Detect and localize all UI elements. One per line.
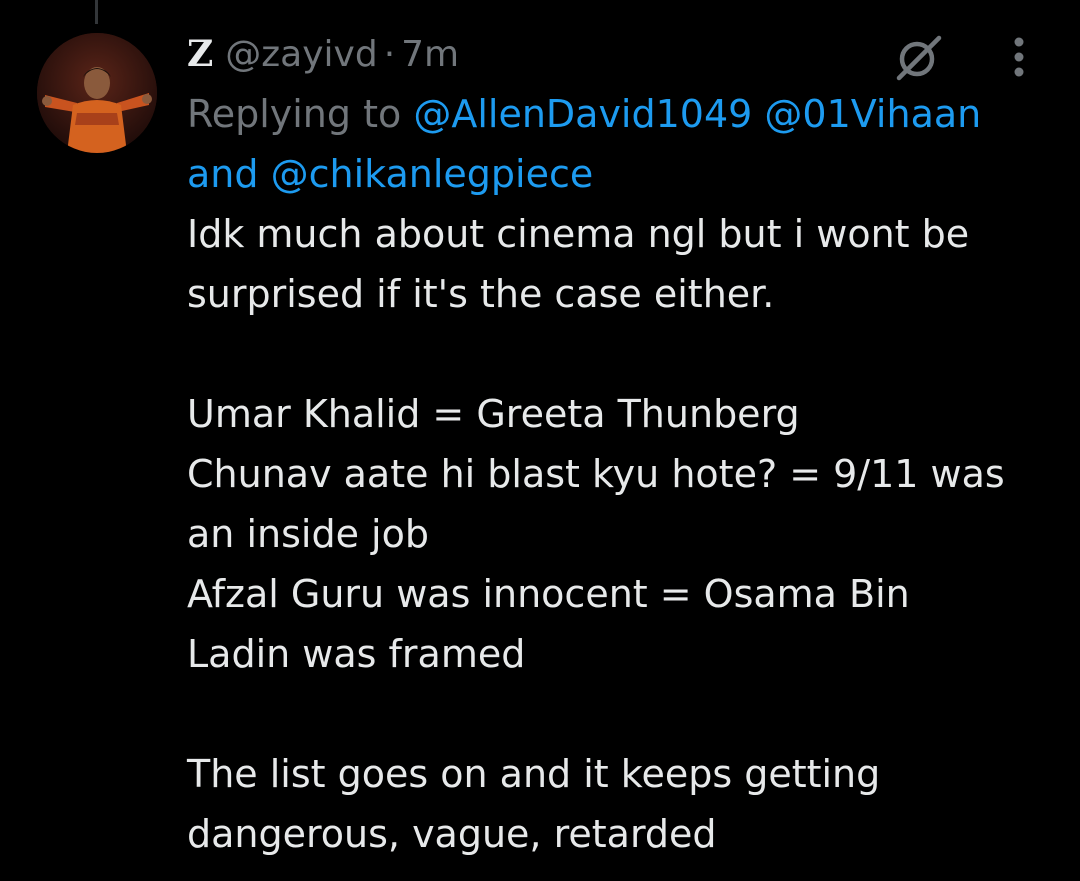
replying-to: Replying to @AllenDavid1049 @01Vihaan an… [187,84,1057,204]
grok-icon[interactable] [893,32,945,84]
tweet-text-line [187,324,1057,384]
thread-connector-line [95,0,98,24]
tweet-text-line: Afzal Guru was innocent = Osama Bin [187,572,910,616]
mention-link[interactable]: @AllenDavid1049 [413,92,752,136]
avatar-photo [37,33,157,153]
tweet-text-line: Ladin was framed [187,632,526,676]
more-vertical-icon[interactable] [999,34,1039,80]
tweet-text-line: surprised if it's the case either. [187,272,775,316]
tweet-body: Idk much about cinema ngl but i wont be … [187,204,1057,864]
tweet[interactable]: Z @zayivd · 7m Replying to @AllenDavid10… [187,24,1057,864]
tweet-text-line: Idk much about cinema ngl but i wont be [187,212,970,256]
mention-link[interactable]: @chikanlegpiece [271,152,594,196]
tweet-text-line: an inside job [187,512,429,556]
avatar[interactable] [37,33,157,153]
user-handle[interactable]: @zayivd [225,34,377,75]
mention-link[interactable]: @01Vihaan [764,92,981,136]
separator-dot: · [383,33,396,75]
tweet-text-line: The list goes on and it keeps getting [187,752,881,796]
tweet-text-line [187,684,1057,744]
tweet-text-line: dangerous, vague, retarded [187,812,717,856]
tweet-text-line: Umar Khalid = Greeta Thunberg [187,392,800,436]
display-name[interactable]: Z [187,33,213,75]
tweet-header: Z @zayivd · 7m [187,24,1057,84]
tweet-text-line: Chunav aate hi blast kyu hote? = 9/11 wa… [187,452,1005,496]
mention-and[interactable]: and [187,152,259,196]
replying-to-label: Replying to [187,92,402,136]
timestamp[interactable]: 7m [401,34,459,75]
